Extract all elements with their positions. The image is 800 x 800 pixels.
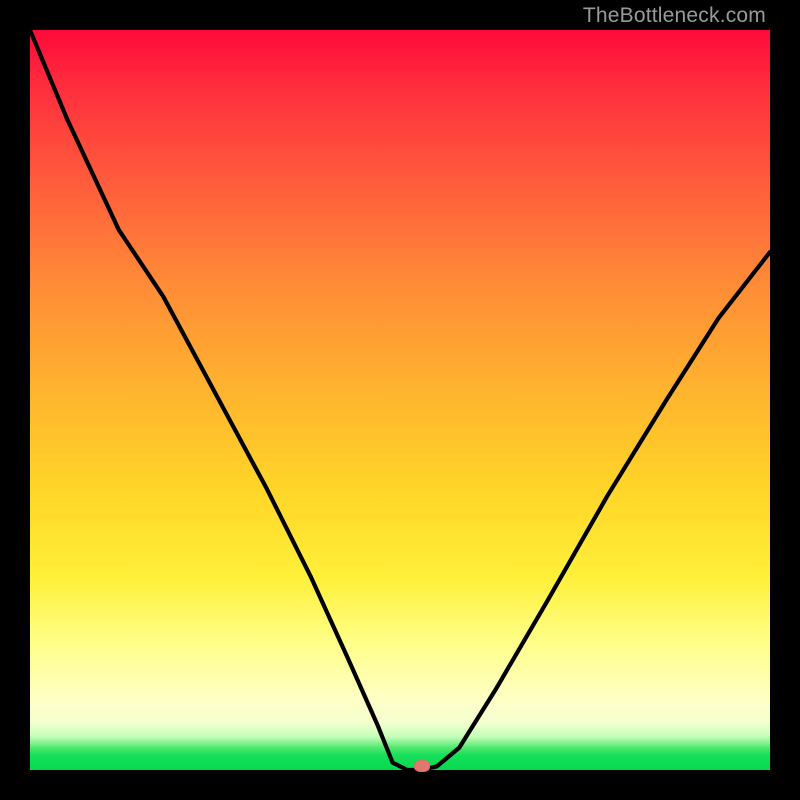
minimum-marker [414, 760, 430, 772]
plot-area [30, 30, 770, 770]
chart-frame: TheBottleneck.com [0, 0, 800, 800]
bottleneck-curve [30, 30, 770, 770]
watermark-label: TheBottleneck.com [583, 4, 766, 28]
curve-path [30, 30, 770, 770]
